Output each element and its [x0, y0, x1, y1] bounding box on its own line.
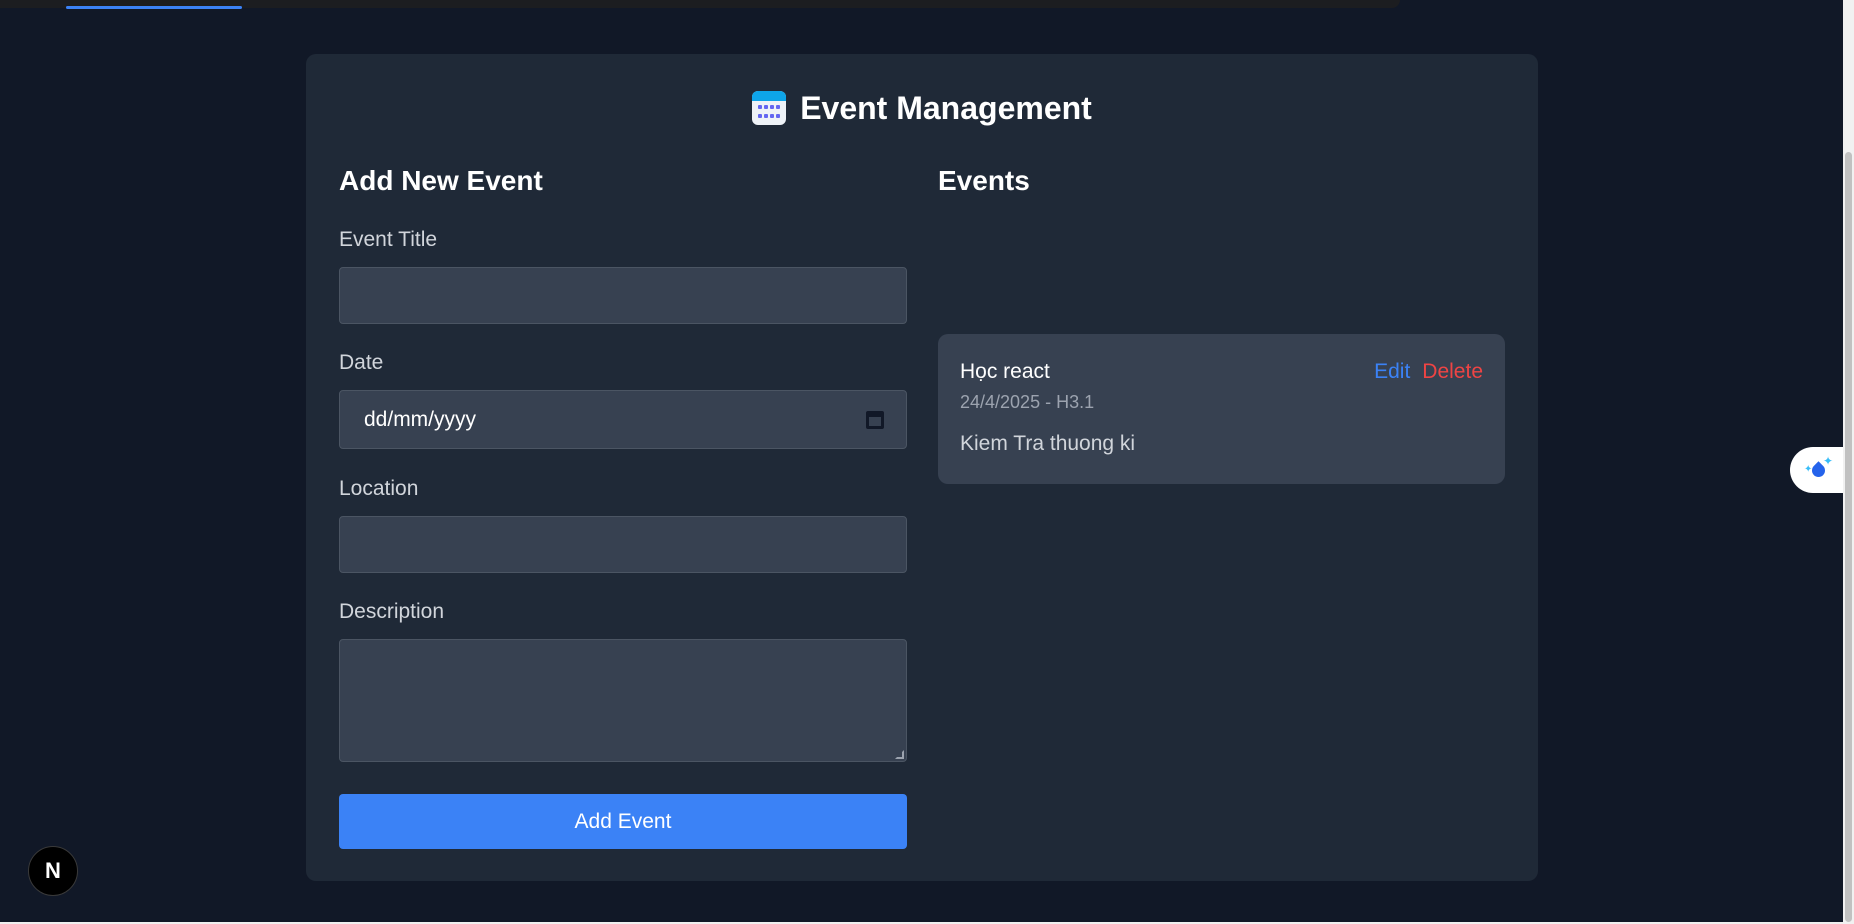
nextjs-dev-badge[interactable]: N: [28, 846, 78, 896]
event-title-label: Event Title: [339, 228, 438, 251]
events-panel: Events Học react Edit Delete 24/4/2025 -…: [938, 164, 1505, 484]
app-viewport: Event Management Add New Event Event Tit…: [0, 0, 1843, 922]
event-actions: Edit Delete: [1374, 360, 1483, 384]
event-date-location: 24/4/2025 - H3.1: [960, 392, 1095, 412]
date-placeholder: dd/mm/yyyy: [364, 407, 477, 431]
location-label: Location: [339, 477, 419, 500]
event-title: Học react: [960, 360, 1050, 383]
description-textarea[interactable]: [339, 639, 907, 762]
add-event-button[interactable]: Add Event: [339, 794, 907, 849]
active-tab-indicator: [66, 6, 242, 9]
events-heading: Events: [938, 165, 1030, 196]
sparkle-drop-icon: ✦ ✦: [1804, 455, 1834, 485]
date-input[interactable]: dd/mm/yyyy: [339, 390, 907, 449]
page-header: Event Management: [306, 88, 1538, 128]
add-event-form: Add New Event Event Title Date dd/mm/yyy…: [339, 164, 907, 849]
event-description: Kiem Tra thuong ki: [960, 432, 1136, 455]
vertical-scrollbar[interactable]: [1843, 0, 1854, 924]
event-list-item: Học react Edit Delete 24/4/2025 - H3.1 K…: [938, 334, 1505, 484]
scrollbar-thumb[interactable]: [1845, 152, 1852, 922]
location-input[interactable]: [339, 516, 907, 573]
event-title-input[interactable]: [339, 267, 907, 324]
calendar-picker-icon[interactable]: [866, 410, 884, 429]
description-label: Description: [339, 600, 445, 623]
date-label: Date: [339, 351, 384, 374]
page-title: Event Management: [800, 89, 1092, 126]
edit-event-button[interactable]: Edit: [1374, 360, 1410, 384]
event-management-card: Event Management Add New Event Event Tit…: [306, 54, 1538, 881]
delete-event-button[interactable]: Delete: [1422, 360, 1483, 384]
calendar-icon: [752, 91, 787, 125]
resize-handle-icon[interactable]: [895, 750, 904, 759]
form-heading: Add New Event: [339, 165, 543, 196]
